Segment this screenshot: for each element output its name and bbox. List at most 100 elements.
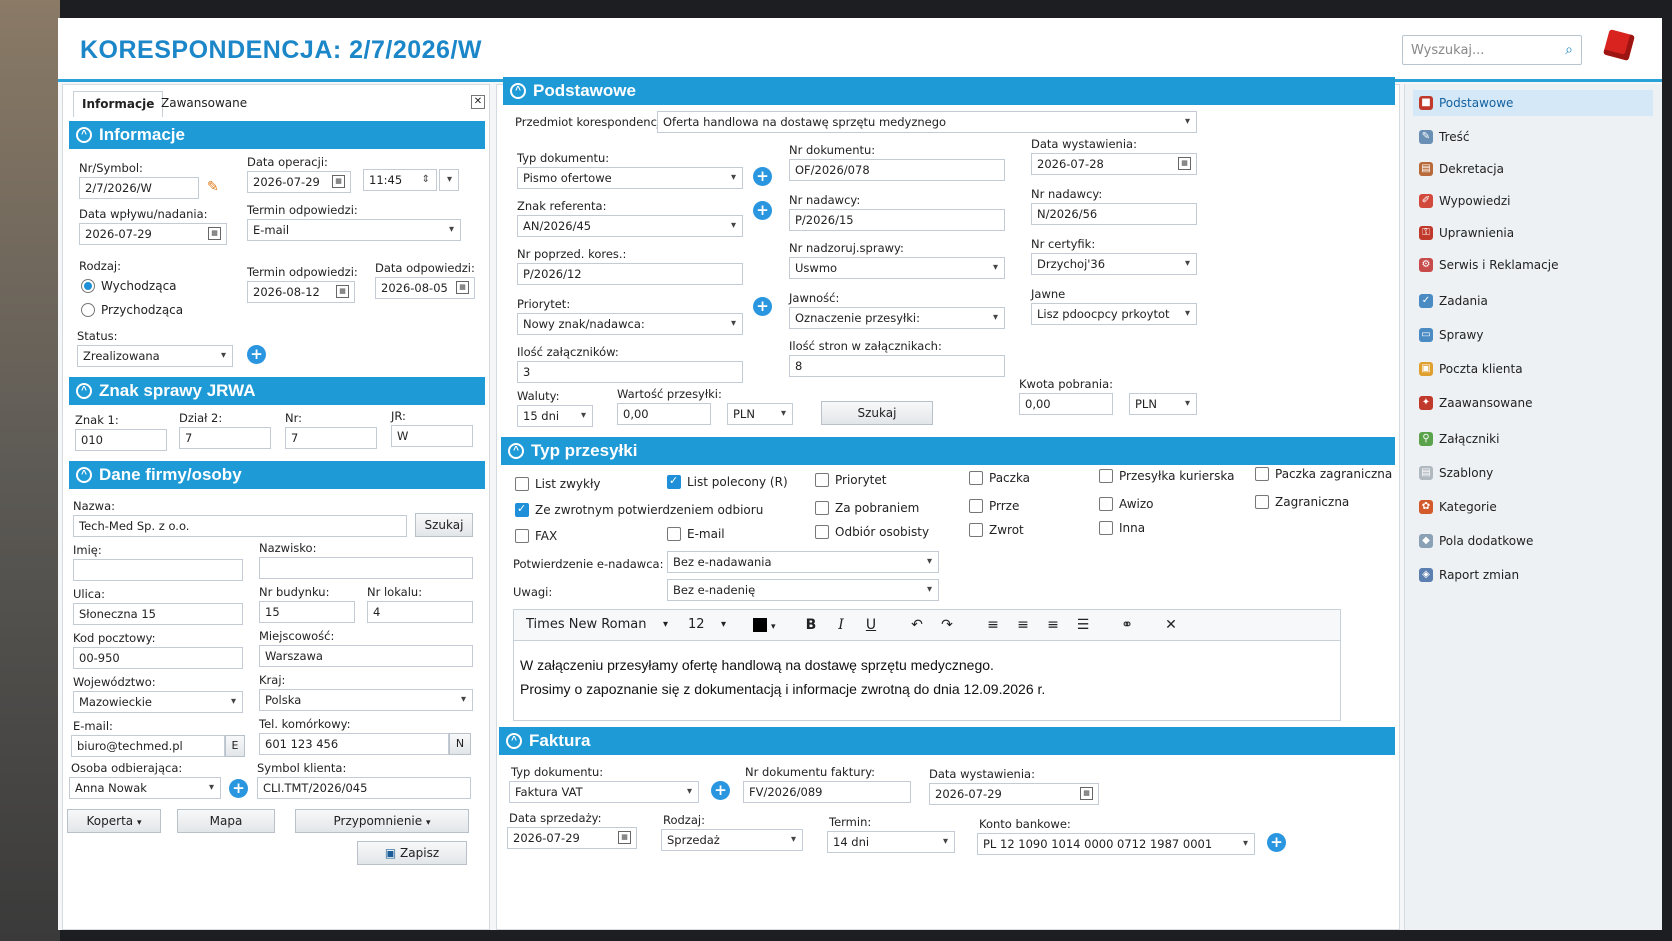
email-field[interactable]: biuro@techmed.pl (71, 735, 225, 757)
link-icon[interactable]: ⚭ (1114, 610, 1140, 640)
redo-icon[interactable]: ↷ (934, 610, 960, 640)
tel-field[interactable]: 601 123 456 (259, 733, 449, 755)
checkbox-zwrotne-potwierdzenie[interactable]: Ze zwrotnym potwierdzeniem odbioru (515, 502, 763, 517)
nrnad-field[interactable]: P/2026/15 (789, 209, 1005, 231)
sidebar-item-szablony[interactable]: ▤ Szablony (1413, 460, 1653, 486)
section-faktura[interactable]: ^ Faktura (499, 727, 1395, 755)
nazwisko-field[interactable] (259, 557, 473, 579)
fakt-typ-select[interactable]: Faktura VAT ▾ (509, 781, 699, 803)
chevron-up-icon[interactable]: ^ (76, 467, 92, 483)
chevron-down-icon[interactable]: ▾ (943, 832, 948, 852)
checkbox-list-zwykly[interactable]: List zwykły (515, 477, 600, 491)
osoba-select[interactable]: Anna Nowak ▾ (69, 777, 221, 799)
przedmiot-select[interactable]: Oferta handlowa na dostawę sprzętu medyz… (657, 111, 1197, 133)
section-typ-przesylki[interactable]: ^ Typ przesyłki (501, 437, 1395, 465)
search-input[interactable]: Wyszukaj... ⌕ (1402, 35, 1582, 65)
checkbox-priorytet[interactable]: Priorytet (815, 473, 886, 487)
tel-button[interactable]: N (449, 733, 471, 755)
imie-field[interactable] (73, 559, 243, 581)
szukaj-firma-button[interactable]: Szukaj (415, 513, 473, 537)
sidebar-item-uprawnienia[interactable]: ⚿ Uprawnienia (1413, 220, 1653, 246)
calendar-icon[interactable]: ▦ (618, 831, 631, 844)
kwota-currency-select[interactable]: PLN ▾ (1129, 393, 1197, 415)
chevron-down-icon[interactable]: ▾ (1243, 834, 1248, 854)
szukaj-button[interactable]: Szukaj (821, 401, 933, 425)
nr-field[interactable]: 7 (285, 427, 377, 449)
datawyst-field[interactable]: 2026-07-28 ▦ (1031, 153, 1197, 175)
sidebar-item-serwis[interactable]: ⚙ Serwis i Reklamacje (1413, 252, 1653, 278)
chevron-down-icon[interactable]: ▾ (461, 690, 466, 710)
chevron-down-icon[interactable]: ▾ (1185, 112, 1190, 132)
checkbox-prrze[interactable]: Prrze (969, 499, 1019, 513)
radio-przychodzaca[interactable]: Przychodząca (81, 303, 183, 317)
chevron-up-icon[interactable]: ^ (510, 83, 526, 99)
nr-budynku-field[interactable]: 15 (259, 601, 355, 623)
align-center-icon[interactable]: ≡ (1010, 610, 1036, 640)
font-family-select[interactable]: Times New Roman ▾ (518, 610, 672, 640)
tab-zawansowane[interactable]: Zawansowane (153, 91, 255, 117)
symbol-field[interactable]: CLI.TMT/2026/045 (257, 777, 471, 799)
add-osoba-button[interactable]: + (229, 779, 248, 798)
time-field[interactable]: 11:45 ⇕ (363, 169, 437, 191)
section-podstawowe[interactable]: ^ Podstawowe (503, 77, 1395, 105)
sidebar-item-pola[interactable]: ◆ Pola dodatkowe (1413, 528, 1653, 554)
checkbox-przesylka-kurierska[interactable]: Przesyłka kurierska (1099, 469, 1234, 483)
nr-symbol-field[interactable]: 2/7/2026/W (79, 177, 199, 199)
nrpop-field[interactable]: P/2026/12 (517, 263, 743, 285)
sidebar-item-zadania[interactable]: ✓ Zadania (1413, 288, 1653, 314)
dzial2-field[interactable]: 7 (179, 427, 271, 449)
undo-icon[interactable]: ↶ (904, 610, 930, 640)
pencil-icon[interactable]: ✎ (207, 179, 219, 195)
time-dropdown[interactable]: ▾ (439, 169, 459, 191)
sidebar-item-zaawansowane[interactable]: ✦ Zaawansowane (1413, 390, 1653, 416)
chevron-down-icon[interactable]: ▾ (993, 308, 998, 328)
termin2-field[interactable]: 2026-08-12 ▦ (247, 281, 355, 303)
ilstr-field[interactable]: 8 (789, 355, 1005, 377)
chevron-down-icon[interactable]: ▾ (731, 216, 736, 236)
nazwa-field[interactable]: Tech-Med Sp. z o.o. (73, 515, 407, 537)
checkbox-paczka[interactable]: Paczka (969, 471, 1030, 485)
fakt-nr-field[interactable]: FV/2026/089 (743, 781, 911, 803)
uwagi-select[interactable]: Bez e-nadenię ▾ (667, 579, 939, 601)
nrdok-field[interactable]: OF/2026/078 (789, 159, 1005, 181)
sidebar-item-dekretacja[interactable]: ▤ Dekretacja (1413, 156, 1653, 182)
font-size-select[interactable]: 12 ▾ (680, 610, 730, 640)
sidebar-item-zalaczniki[interactable]: ⚲ Załączniki (1413, 426, 1653, 452)
chevron-down-icon[interactable]: ▾ (221, 346, 226, 366)
section-informacje[interactable]: ^ Informacje (69, 121, 485, 149)
checkbox-list-polecony[interactable]: List polecony (R) (667, 474, 788, 489)
typ-select[interactable]: Pismo ofertowe ▾ (517, 167, 743, 189)
checkbox-awizo[interactable]: Awizo (1099, 497, 1154, 511)
checkbox-inna[interactable]: Inna (1099, 521, 1145, 535)
add-konto-button[interactable]: + (1267, 833, 1286, 852)
checkbox-zwrot[interactable]: Zwrot (969, 523, 1024, 537)
email-button[interactable]: E (225, 735, 245, 757)
wojewodztwo-select[interactable]: Mazowieckie ▾ (73, 691, 243, 713)
list-icon[interactable]: ☰ (1070, 610, 1096, 640)
sidebar-item-tresc[interactable]: ✎ Treść (1413, 124, 1653, 150)
data-wplywu-field[interactable]: 2026-07-29 ▦ (79, 223, 227, 245)
znak1-field[interactable]: 010 (75, 429, 167, 451)
fakt-termin-select[interactable]: 14 dni ▾ (827, 831, 955, 853)
message-editor[interactable]: W załączeniu przesyłamy ofertę handlową … (513, 641, 1341, 721)
radio-wychodzaca[interactable]: Wychodząca (81, 279, 177, 293)
chevron-down-icon[interactable]: ▾ (581, 406, 586, 426)
chevron-down-icon[interactable]: ▾ (791, 830, 796, 850)
text-color-button[interactable]: ▾ (744, 610, 784, 640)
waluty-select[interactable]: 15 dni ▾ (517, 405, 593, 427)
sidebar-item-kategorie[interactable]: ✿ Kategorie (1413, 494, 1653, 520)
jawne-select[interactable]: Lisz pdoocpcy prkoytot ▾ (1031, 303, 1197, 325)
add-fakt-typ-button[interactable]: + (711, 781, 730, 800)
chevron-down-icon[interactable]: ▾ (731, 314, 736, 334)
chevron-up-icon[interactable]: ^ (76, 383, 92, 399)
chevron-down-icon[interactable]: ▾ (209, 778, 214, 798)
nrnadz-select[interactable]: Uswmo ▾ (789, 257, 1005, 279)
znakref-select[interactable]: AN/2026/45 ▾ (517, 215, 743, 237)
sidebar-item-sprawy[interactable]: ▭ Sprawy (1413, 322, 1653, 348)
calendar-icon[interactable]: ▦ (1178, 157, 1191, 170)
fakt-konto-select[interactable]: PL 12 1090 1014 0000 0712 1987 0001 ▾ (977, 833, 1255, 855)
checkbox-za-pobraniem[interactable]: Za pobraniem (815, 501, 919, 515)
calendar-icon[interactable]: ▦ (456, 281, 469, 294)
potwierdzenie-select[interactable]: Bez e-nadawania ▾ (667, 551, 939, 573)
chevron-down-icon[interactable]: ▾ (781, 404, 786, 424)
